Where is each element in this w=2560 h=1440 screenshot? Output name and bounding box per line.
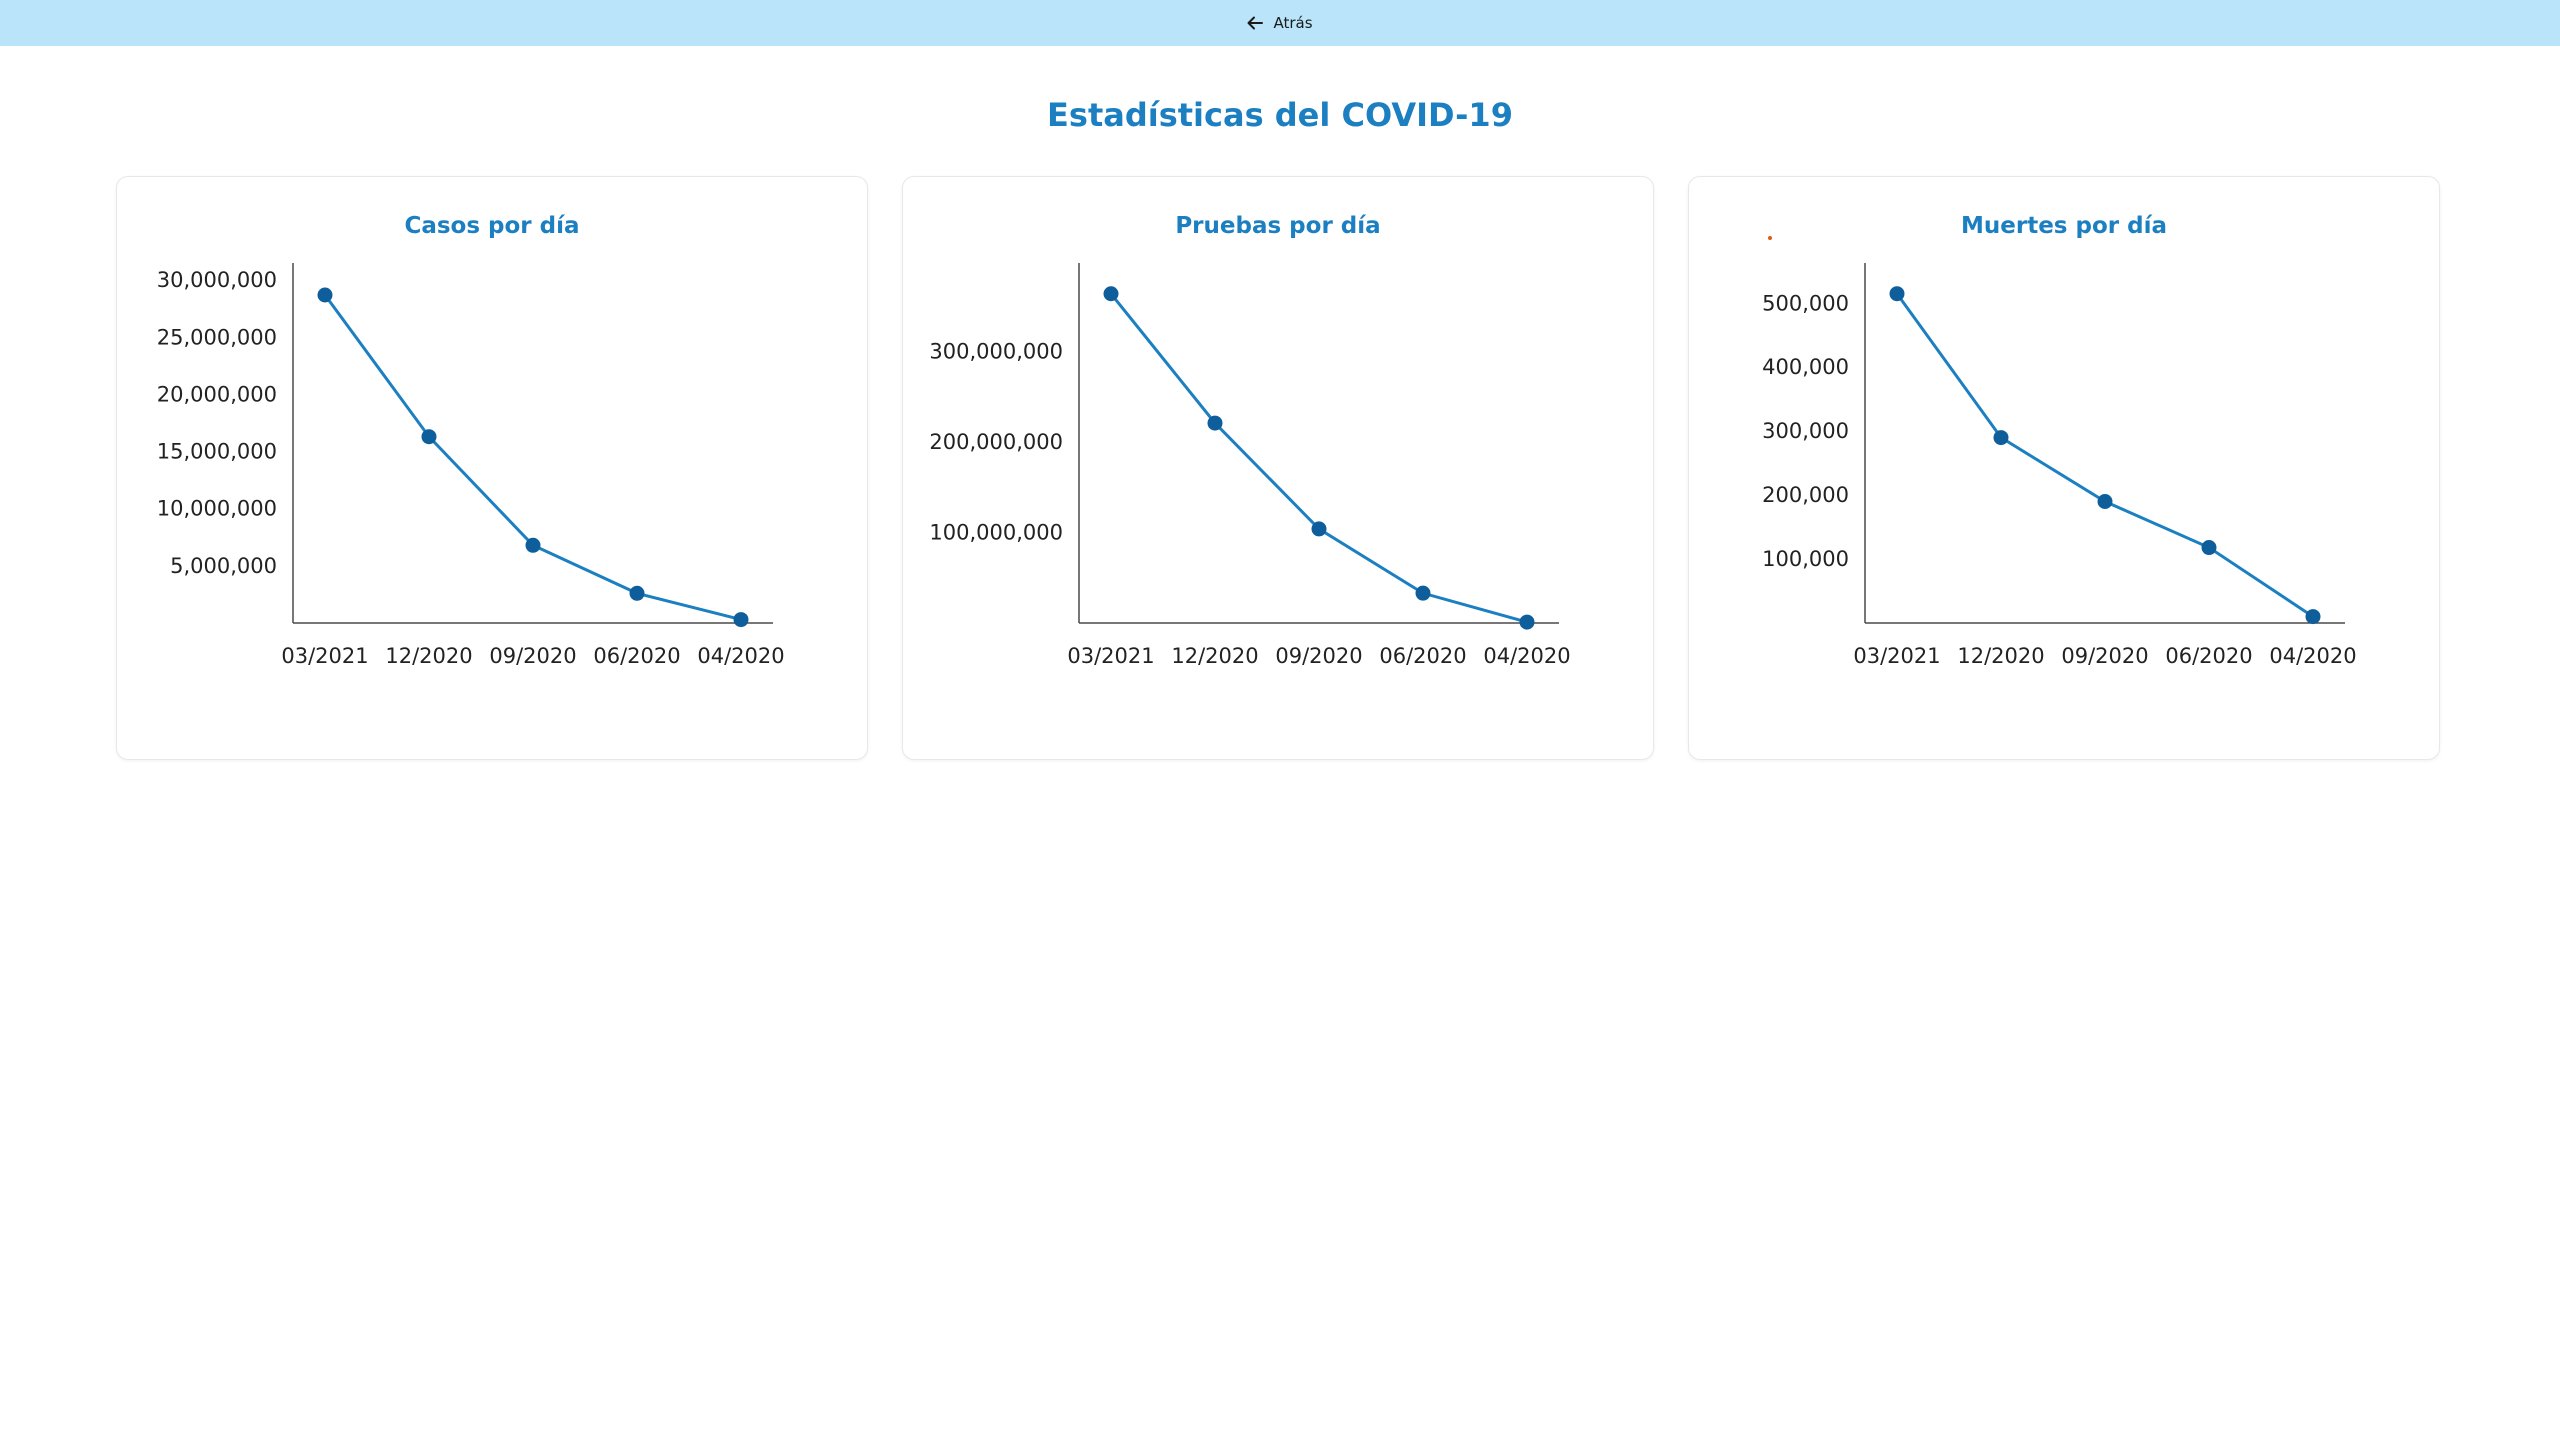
top-nav-bar: Atrás bbox=[0, 0, 2560, 46]
series-line bbox=[323, 294, 742, 622]
data-point[interactable] bbox=[1311, 521, 1327, 537]
chart-card-deaths: Muertes por día 100,000 200,000 300,000 400… bbox=[1688, 176, 2440, 760]
x-tick-label: 06/2020 bbox=[2165, 644, 2252, 668]
y-tick-label: 20,000,000 bbox=[157, 382, 277, 406]
chart-tests: 100,000,000 200,000,000 300,000,000 03/2021… bbox=[929, 263, 1571, 668]
y-tick-label: 100,000,000 bbox=[929, 521, 1063, 545]
y-tick-label: 5,000,000 bbox=[170, 554, 277, 578]
y-tick-label: 200,000,000 bbox=[929, 430, 1063, 454]
y-tick-label: 30,000,000 bbox=[157, 268, 277, 292]
chart-card-tests: Pruebas por día 100,000,000 200,000,000 30… bbox=[902, 176, 1654, 760]
data-point[interactable] bbox=[629, 585, 645, 601]
data-point[interactable] bbox=[733, 612, 749, 628]
x-tick-label: 04/2020 bbox=[1483, 644, 1570, 668]
series-line bbox=[1895, 292, 2314, 618]
y-tick-label: 15,000,000 bbox=[157, 440, 277, 464]
y-tick-label: 100,000 bbox=[1762, 547, 1849, 571]
x-tick-label: 03/2021 bbox=[1853, 644, 1940, 668]
series-line bbox=[1109, 292, 1528, 624]
x-tick-label: 12/2020 bbox=[1171, 644, 1258, 668]
chart-deaths: 100,000 200,000 300,000 400,000 500,000 03/20… bbox=[1762, 263, 2357, 668]
page-title: Estadísticas del COVID-19 bbox=[1047, 96, 1513, 134]
data-point[interactable] bbox=[1103, 286, 1119, 302]
data-point[interactable] bbox=[1207, 415, 1223, 431]
y-tick-label: 500,000 bbox=[1762, 291, 1849, 315]
data-point[interactable] bbox=[525, 537, 541, 553]
back-button[interactable]: Atrás bbox=[1237, 8, 1322, 38]
back-button-label: Atrás bbox=[1273, 14, 1313, 32]
x-tick-label: 03/2021 bbox=[281, 644, 368, 668]
y-tick-label: 400,000 bbox=[1762, 355, 1849, 379]
chart-card-cases: Casos por día 5,000,000 10,000,000 15,000,… bbox=[116, 176, 868, 760]
arrow-left-icon bbox=[1247, 16, 1264, 30]
x-tick-label: 04/2020 bbox=[2269, 644, 2356, 668]
y-tick-label: 300,000 bbox=[1762, 419, 1849, 443]
y-tick-label: 25,000,000 bbox=[157, 325, 277, 349]
x-tick-label: 09/2020 bbox=[489, 644, 576, 668]
y-tick-label: 200,000 bbox=[1762, 483, 1849, 507]
x-tick-label: 04/2020 bbox=[697, 644, 784, 668]
chart-cases: 5,000,000 10,000,000 15,000,000 20,000,000 2… bbox=[157, 263, 785, 668]
x-tick-label: 03/2021 bbox=[1067, 644, 1154, 668]
x-tick-label: 09/2020 bbox=[2061, 644, 2148, 668]
x-tick-label: 12/2020 bbox=[385, 644, 472, 668]
x-tick-label: 06/2020 bbox=[593, 644, 680, 668]
data-point[interactable] bbox=[2201, 540, 2217, 556]
data-point[interactable] bbox=[1519, 614, 1535, 630]
data-point[interactable] bbox=[1415, 585, 1431, 601]
x-tick-label: 09/2020 bbox=[1275, 644, 1362, 668]
x-tick-label: 06/2020 bbox=[1379, 644, 1466, 668]
x-tick-label: 12/2020 bbox=[1957, 644, 2044, 668]
y-tick-label: 10,000,000 bbox=[157, 497, 277, 521]
data-point[interactable] bbox=[421, 429, 437, 445]
data-point[interactable] bbox=[317, 287, 333, 303]
data-point[interactable] bbox=[1993, 430, 2009, 446]
data-point[interactable] bbox=[2097, 494, 2113, 510]
data-point[interactable] bbox=[1889, 286, 1905, 302]
y-tick-label: 300,000,000 bbox=[929, 340, 1063, 364]
data-point[interactable] bbox=[2305, 609, 2321, 625]
